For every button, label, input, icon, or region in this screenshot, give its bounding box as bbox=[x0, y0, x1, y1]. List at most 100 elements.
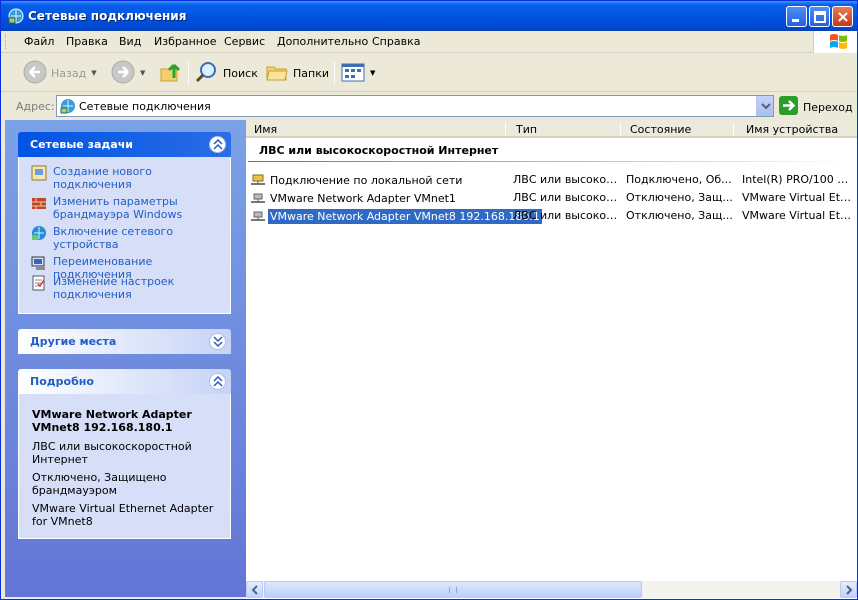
task-change-settings[interactable]: Изменение настроек подключения bbox=[31, 275, 226, 301]
details-status: Отключено, Защищено брандмауэром bbox=[32, 471, 167, 497]
views-icon bbox=[341, 60, 365, 87]
task-enable-device[interactable]: Включение сетевого устройства bbox=[31, 225, 226, 251]
network-tasks-header[interactable]: Сетевые задачи bbox=[18, 132, 231, 157]
address-dropdown-button[interactable] bbox=[756, 96, 773, 116]
task-label: Включение сетевого устройства bbox=[53, 225, 174, 251]
folders-label: Папки bbox=[293, 66, 329, 80]
forward-button[interactable]: ▼ bbox=[111, 60, 145, 86]
horizontal-scrollbar[interactable] bbox=[246, 581, 857, 598]
toolbar: Назад ▼ ▼ Поиск Папки ▼ bbox=[1, 54, 857, 92]
table-row[interactable]: VMware Network Adapter VMnet1 ЛВС или вы… bbox=[246, 189, 857, 207]
go-button[interactable]: Переход bbox=[779, 96, 853, 118]
collapse-icon[interactable] bbox=[209, 136, 226, 153]
file-list[interactable]: Имя Тип Состояние Имя устройства ЛВС или… bbox=[246, 120, 857, 599]
menu-bar: Файл Правка Вид Избранное Сервис Дополни… bbox=[1, 31, 857, 53]
table-row[interactable]: Подключение по локальной сети ЛВС или вы… bbox=[246, 171, 857, 189]
address-input[interactable]: Сетевые подключения bbox=[56, 95, 774, 117]
forward-dropdown-icon[interactable]: ▼ bbox=[140, 69, 145, 77]
folders-button[interactable]: Папки bbox=[265, 60, 329, 86]
close-button[interactable] bbox=[832, 6, 853, 27]
folders-icon bbox=[265, 60, 289, 87]
other-places-title: Другие места bbox=[30, 335, 117, 348]
task-label: Создание нового подключения bbox=[53, 165, 152, 191]
search-button[interactable]: Поиск bbox=[195, 60, 258, 86]
menu-favorites[interactable]: Избранное bbox=[154, 35, 216, 48]
network-enable-icon bbox=[31, 225, 47, 241]
settings-icon bbox=[31, 275, 47, 291]
connection-name-cell[interactable]: Подключение по локальной сети bbox=[250, 171, 464, 189]
go-label: Переход bbox=[803, 100, 853, 114]
new-connection-icon bbox=[31, 165, 47, 181]
column-status[interactable]: Состояние bbox=[622, 123, 691, 136]
menu-edit[interactable]: Правка bbox=[66, 35, 108, 48]
lan-connection-disabled-icon bbox=[250, 189, 266, 208]
details-type: ЛВС или высокоскоростной Интернет bbox=[32, 440, 192, 466]
chevron-left-icon bbox=[251, 585, 258, 595]
task-create-connection[interactable]: Создание нового подключения bbox=[31, 165, 226, 191]
expand-icon[interactable] bbox=[209, 333, 226, 350]
search-icon bbox=[195, 60, 219, 87]
scroll-left-button[interactable] bbox=[246, 581, 263, 598]
scroll-right-button[interactable] bbox=[840, 581, 857, 598]
chevron-right-icon bbox=[846, 585, 853, 595]
column-divider[interactable] bbox=[733, 123, 734, 135]
task-firewall-settings[interactable]: Изменить параметры брандмауэра Windows bbox=[31, 195, 226, 221]
title-bar[interactable]: Сетевые подключения bbox=[1, 1, 857, 31]
connection-status: Подключено, Об... bbox=[626, 173, 732, 186]
views-button[interactable]: ▼ bbox=[341, 60, 375, 86]
scroll-thumb[interactable] bbox=[264, 581, 642, 598]
task-label: Изменение настроек подключения bbox=[53, 275, 175, 301]
connection-name: VMware Network Adapter VMnet1 bbox=[270, 191, 456, 205]
task-pane: Сетевые задачи Создание нового подключен… bbox=[5, 120, 246, 597]
other-places-header[interactable]: Другие места bbox=[18, 329, 231, 354]
minimize-button[interactable] bbox=[786, 6, 807, 27]
network-tasks-body: Создание нового подключения Изменить пар… bbox=[18, 157, 231, 314]
address-bar: Адрес: Сетевые подключения Переход bbox=[1, 93, 857, 119]
firewall-icon bbox=[31, 195, 47, 211]
details-name: VMware Network Adapter VMnet8 192.168.18… bbox=[32, 408, 192, 434]
connection-device: Intel(R) PRO/100 VE Ne bbox=[742, 173, 855, 186]
menu-help[interactable]: Справка bbox=[372, 35, 420, 48]
menu-grip[interactable] bbox=[5, 34, 8, 49]
connection-device: VMware Virtual Etherne bbox=[742, 209, 855, 222]
column-type[interactable]: Тип bbox=[508, 123, 537, 136]
forward-arrow-icon bbox=[111, 60, 135, 87]
views-dropdown-icon[interactable]: ▼ bbox=[370, 69, 375, 77]
details-header[interactable]: Подробно bbox=[18, 369, 231, 394]
table-row[interactable]: VMware Network Adapter VMnet8 192.168.18… bbox=[246, 207, 857, 225]
menu-view[interactable]: Вид bbox=[119, 35, 141, 48]
up-folder-button[interactable] bbox=[159, 60, 183, 86]
connection-status: Отключено, Защ... bbox=[626, 209, 733, 222]
connection-device: VMware Virtual Etherne bbox=[742, 191, 855, 204]
search-label: Поиск bbox=[223, 66, 258, 80]
windows-logo-icon bbox=[813, 31, 857, 53]
group-title: ЛВС или высокоскоростной Интернет bbox=[259, 144, 499, 157]
back-button[interactable]: Назад ▼ bbox=[23, 60, 97, 86]
connection-name: VMware Network Adapter VMnet8 192.168.18… bbox=[268, 208, 542, 224]
maximize-button[interactable] bbox=[809, 6, 830, 27]
back-dropdown-icon[interactable]: ▼ bbox=[91, 69, 96, 77]
rename-icon bbox=[31, 255, 47, 271]
connection-name-cell[interactable]: VMware Network Adapter VMnet1 bbox=[250, 189, 458, 207]
connection-name-cell[interactable]: VMware Network Adapter VMnet8 192.168.18… bbox=[250, 207, 542, 225]
up-folder-icon bbox=[159, 60, 183, 87]
column-divider[interactable] bbox=[505, 123, 506, 135]
collapse-icon[interactable] bbox=[209, 373, 226, 390]
column-header: Имя Тип Состояние Имя устройства bbox=[246, 120, 857, 138]
column-divider[interactable] bbox=[620, 123, 621, 135]
toolbar-separator bbox=[334, 62, 335, 84]
address-label: Адрес: bbox=[16, 100, 55, 113]
window-title: Сетевые подключения bbox=[28, 9, 187, 23]
details-title: Подробно bbox=[30, 375, 94, 388]
lan-connection-disabled-icon bbox=[250, 207, 266, 226]
column-name[interactable]: Имя bbox=[246, 123, 277, 136]
chevron-down-icon bbox=[761, 103, 771, 110]
menu-file[interactable]: Файл bbox=[24, 35, 54, 48]
connection-type: ЛВС или высокос... bbox=[513, 191, 618, 204]
column-device[interactable]: Имя устройства bbox=[738, 123, 838, 136]
connection-type: ЛВС или высокос... bbox=[513, 209, 618, 222]
group-divider bbox=[248, 161, 853, 162]
go-arrow-icon bbox=[779, 96, 798, 118]
menu-advanced[interactable]: Дополнительно bbox=[277, 35, 368, 48]
menu-tools[interactable]: Сервис bbox=[224, 35, 265, 48]
